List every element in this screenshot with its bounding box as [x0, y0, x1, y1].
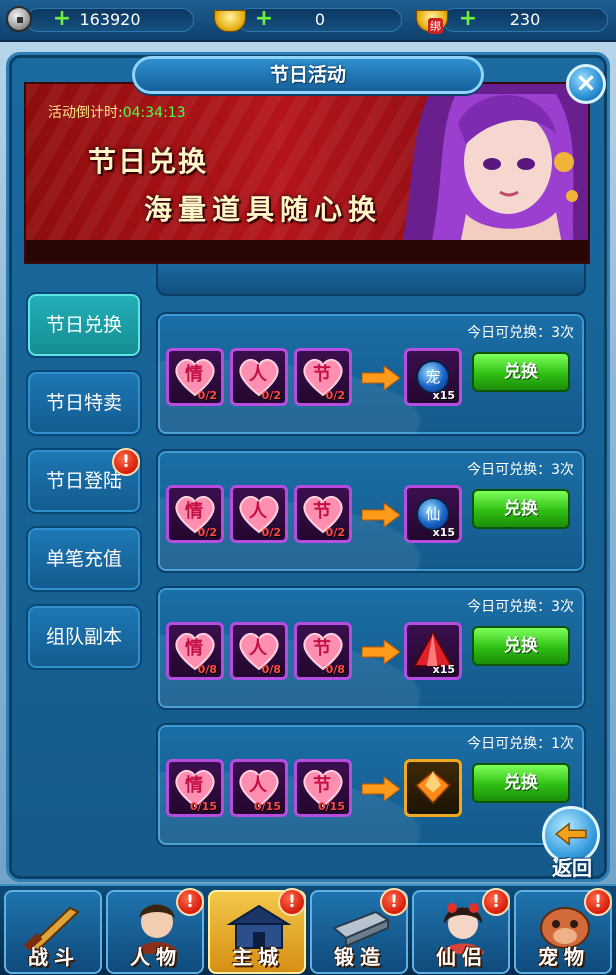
- tab-team-dungeon[interactable]: 组队副本: [26, 604, 142, 670]
- gold-ingot-icon: [214, 6, 246, 34]
- tab-festival-sale[interactable]: 节日特卖: [26, 370, 142, 436]
- banner-headline-2: 海量道具随心换: [144, 193, 383, 226]
- nav-label: 战斗: [28, 945, 80, 969]
- coin-resource: 163920 +: [6, 6, 194, 34]
- reward-quantity: x15: [432, 389, 455, 402]
- exchange-card: 今日可兑换：1次 情 0/15 人 0/15 节 0/15 兑换: [156, 723, 586, 847]
- tab-label: 节日特卖: [45, 392, 122, 414]
- ingredient-count: 0/2: [325, 526, 345, 539]
- ingredient-slot[interactable]: 情 0/15: [166, 759, 224, 817]
- tab-label: 节日登陆: [45, 470, 122, 492]
- coin-icon: [6, 6, 36, 34]
- list-scroll-remnant: [156, 264, 586, 296]
- ingredient-slot[interactable]: 情 0/8: [166, 622, 224, 680]
- nav-character-alert-icon: !: [176, 888, 204, 916]
- ingredient-count: 0/8: [197, 663, 217, 676]
- ingredient-slot[interactable]: 人 0/8: [230, 622, 288, 680]
- event-banner: 活动倒计时:04:34:13 节日兑换 海量道具随心换: [24, 82, 590, 264]
- nav-label: 仙侣: [436, 945, 488, 969]
- exchange-limit: 今日可兑换：3次: [467, 462, 574, 478]
- resource-bar: 163920 + 0 + 230 绑 +: [0, 0, 616, 42]
- arrow-right-icon: [362, 640, 400, 664]
- ingredient-count: 0/15: [254, 800, 281, 813]
- add-bound-gold-button[interactable]: +: [458, 8, 478, 30]
- ingredient-slot[interactable]: 节 0/2: [294, 485, 352, 543]
- arrow-right-icon: [362, 366, 400, 390]
- exchange-limit: 今日可兑换：3次: [467, 599, 574, 615]
- add-gold-button[interactable]: +: [254, 8, 274, 30]
- window-title: 节日活动: [269, 64, 346, 86]
- reward-slot[interactable]: [404, 759, 462, 817]
- nav-forge-alert-icon: !: [380, 888, 408, 916]
- reward-quantity: x15: [432, 663, 455, 676]
- ingredient-count: 0/15: [190, 800, 217, 813]
- bound-gold-resource: 230 绑 +: [416, 6, 610, 34]
- ingredient-count: 0/2: [261, 389, 281, 402]
- banner-headline-1: 节日兑换: [88, 145, 209, 178]
- close-button[interactable]: ×: [566, 64, 606, 104]
- exchange-card: 今日可兑换：3次 情 0/2 人 0/2 节 0/2 仙 x15 兑换: [156, 449, 586, 573]
- nav-label: 人物: [130, 945, 182, 969]
- reward-slot[interactable]: x15: [404, 622, 462, 680]
- ingredient-count: 0/2: [197, 526, 217, 539]
- return-arrow-icon: [554, 822, 587, 846]
- exchange-button[interactable]: 兑换: [472, 352, 570, 392]
- countdown-value: 04:34:13: [122, 105, 186, 121]
- nav-label: 主城: [232, 945, 284, 969]
- window-title-plate: 节日活动: [132, 56, 484, 94]
- arrow-right-icon: [362, 777, 400, 801]
- countdown: 活动倒计时:04:34:13: [48, 102, 186, 122]
- add-coin-button[interactable]: +: [52, 8, 72, 30]
- countdown-label: 活动倒计时:: [48, 105, 123, 121]
- ingredient-slot[interactable]: 人 0/2: [230, 485, 288, 543]
- arrow-right-icon: [362, 503, 400, 527]
- ingredient-slot[interactable]: 节 0/2: [294, 348, 352, 406]
- exchange-button[interactable]: 兑换: [472, 489, 570, 529]
- nav-companion-alert-icon: !: [482, 888, 510, 916]
- nav-pet-alert-icon: !: [584, 888, 612, 916]
- orange-gem-icon: [414, 770, 452, 805]
- ingredient-slot[interactable]: 节 0/8: [294, 622, 352, 680]
- reward-slot[interactable]: 宠 x15: [404, 348, 462, 406]
- exchange-limit: 今日可兑换：3次: [467, 325, 574, 341]
- reward-quantity: x15: [432, 526, 455, 539]
- ingredient-slot[interactable]: 情 0/2: [166, 348, 224, 406]
- ingredient-slot[interactable]: 节 0/15: [294, 759, 352, 817]
- close-icon: ×: [575, 68, 597, 98]
- tab-label: 组队副本: [45, 626, 122, 648]
- ingredient-count: 0/8: [261, 663, 281, 676]
- gold-resource: 0 +: [214, 6, 402, 34]
- tab-single-recharge[interactable]: 单笔充值: [26, 526, 142, 592]
- exchange-button[interactable]: 兑换: [472, 626, 570, 666]
- nav-main-city-alert-icon: !: [278, 888, 306, 916]
- exchange-limit: 今日可兑换：1次: [467, 736, 574, 752]
- tab-festival-login-badge-icon: !: [112, 448, 140, 476]
- exchange-button[interactable]: 兑换: [472, 763, 570, 803]
- nav-battle[interactable]: 战斗: [4, 890, 102, 974]
- exchange-card: 今日可兑换：3次 情 0/2 人 0/2 节 0/2 宠 x15 兑换: [156, 312, 586, 436]
- ingredient-count: 0/2: [325, 389, 345, 402]
- ingredient-count: 0/2: [197, 389, 217, 402]
- ingredient-count: 0/15: [318, 800, 345, 813]
- ingredient-slot[interactable]: 人 0/2: [230, 348, 288, 406]
- bound-tag: 绑: [428, 18, 443, 34]
- ingredient-count: 0/8: [325, 663, 345, 676]
- nav-label: 宠物: [538, 945, 590, 969]
- tab-label: 单笔充值: [45, 548, 122, 570]
- return-label: 返回: [552, 856, 592, 880]
- nav-label: 锻造: [334, 945, 386, 969]
- ingredient-slot[interactable]: 情 0/2: [166, 485, 224, 543]
- exchange-card: 今日可兑换：3次 情 0/8 人 0/8 节 0/8 x15 兑换: [156, 586, 586, 710]
- heroine-illustration: [397, 84, 588, 262]
- tab-festival-exchange[interactable]: 节日兑换: [26, 292, 142, 358]
- bound-ingot-icon: 绑: [416, 6, 448, 34]
- tab-label: 节日兑换: [45, 314, 122, 336]
- return-button[interactable]: 返回: [540, 806, 604, 880]
- reward-slot[interactable]: 仙 x15: [404, 485, 462, 543]
- ingredient-slot[interactable]: 人 0/15: [230, 759, 288, 817]
- ingredient-count: 0/2: [261, 526, 281, 539]
